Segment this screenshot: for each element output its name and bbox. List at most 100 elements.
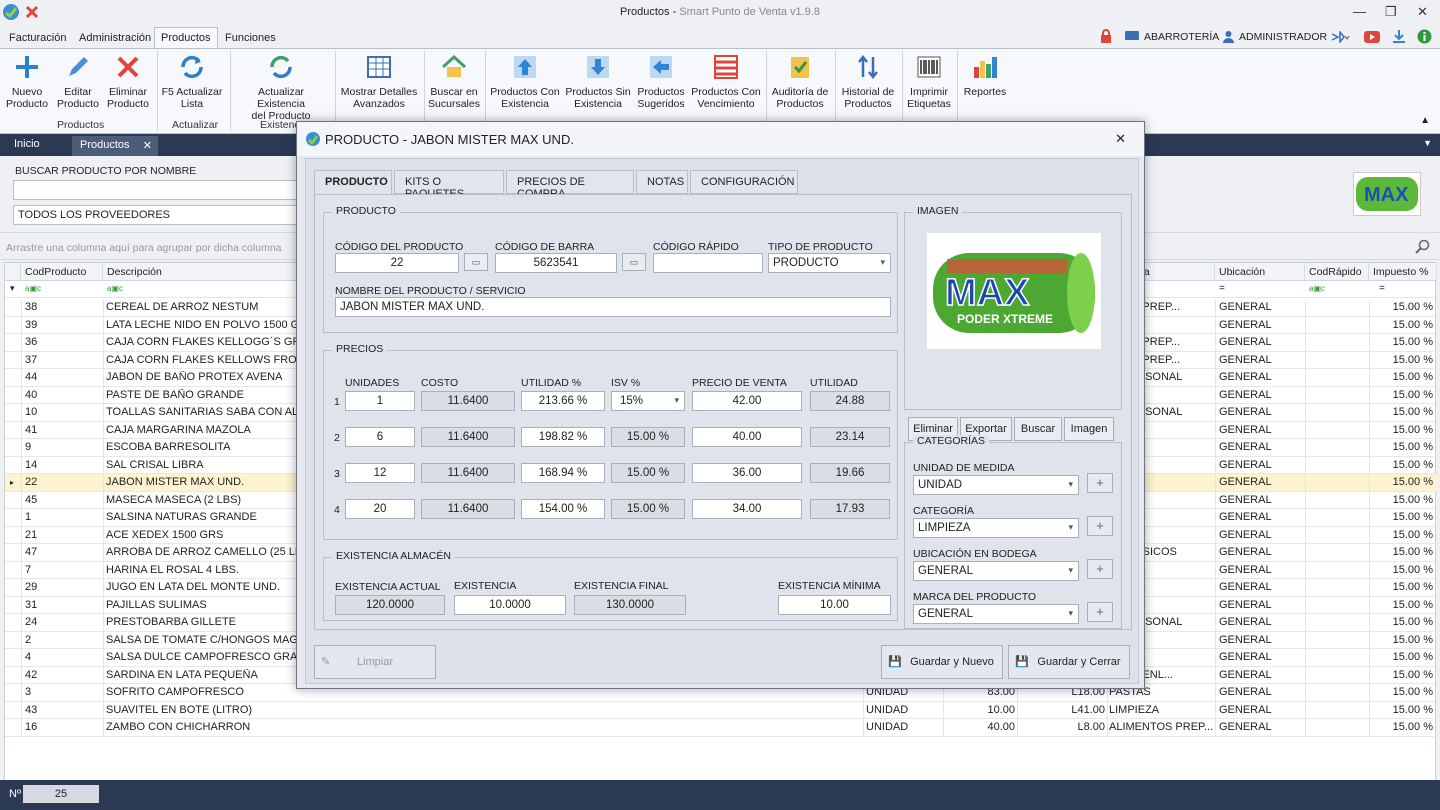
isv-field[interactable]: 15.00 % [611, 427, 685, 447]
filter-contains-icon[interactable]: a▣c [1309, 284, 1325, 293]
product-code-input[interactable]: 22 [335, 253, 459, 273]
stock-min-input[interactable]: 10.00 [778, 595, 891, 615]
product-name-input[interactable]: JABON MISTER MAX UND. [335, 297, 891, 317]
filter-contains-icon[interactable]: a▣c [25, 284, 41, 293]
isv-field[interactable]: 15.00 % [611, 463, 685, 483]
save-close-button[interactable]: 💾 Guardar y Cerrar [1008, 645, 1130, 679]
location-select[interactable]: GENERAL [913, 561, 1079, 581]
refresh-list-button[interactable]: F5 Actualizar Lista [160, 53, 224, 110]
vscode-icon[interactable] [1330, 31, 1350, 43]
search-image-button[interactable]: Buscar [1014, 417, 1062, 441]
util-pct-input[interactable]: 213.66 % [521, 391, 605, 411]
print-labels-button[interactable]: Imprimir Etiquetas [905, 53, 953, 110]
reports-button[interactable]: Reportes [960, 53, 1010, 98]
menu-facturacion[interactable]: Facturación [3, 30, 72, 46]
col-ubicacion[interactable]: Ubicación [1215, 263, 1305, 281]
cell-location: GENERAL [1219, 563, 1272, 576]
product-history-button[interactable]: Historial de Productos [838, 53, 898, 110]
detergent-image-icon: MAX PODER XTREME [933, 253, 1095, 333]
units-input[interactable]: 6 [345, 427, 415, 447]
tab-configuracion[interactable]: CONFIGURACIÓN [690, 170, 798, 194]
add-category-button[interactable]: + [1087, 516, 1113, 536]
search-icon[interactable] [1415, 239, 1431, 255]
filter-contains-icon[interactable]: a▣c [107, 284, 123, 293]
search-input[interactable] [13, 180, 303, 200]
edit-product-button[interactable]: Editar Producto [55, 53, 101, 110]
sale-price-input[interactable]: 42.00 [692, 391, 802, 411]
cell-location: GENERAL [1219, 493, 1272, 506]
cost-value: 11.6400 [421, 499, 515, 519]
update-stock-button[interactable]: Actualizar Existencia del Producto [233, 53, 329, 122]
col-codproducto[interactable]: CodProducto [21, 263, 103, 281]
cell-tax: 15.00 % [1392, 511, 1433, 523]
maximize-button[interactable]: ❐ [1385, 4, 1397, 20]
units-input[interactable]: 1 [345, 391, 415, 411]
download-icon[interactable] [1392, 29, 1406, 44]
user-name[interactable]: ADMINISTRADOR [1239, 31, 1327, 43]
tab-producto[interactable]: PRODUCTO [314, 170, 392, 196]
menu-productos[interactable]: Productos [154, 27, 218, 48]
util-pct-input[interactable]: 168.94 % [521, 463, 605, 483]
delete-product-button[interactable]: Eliminar Producto [104, 53, 152, 110]
sale-price-input[interactable]: 34.00 [692, 499, 802, 519]
advanced-details-button[interactable]: Mostrar Detalles Avanzados [338, 53, 420, 110]
table-row[interactable]: 16 ZAMBO CON CHICHARRON UNIDAD 40.00 L8.00 AL… [5, 719, 1437, 737]
store-name[interactable]: ABARROTERÍA [1144, 31, 1219, 43]
add-location-button[interactable]: + [1087, 559, 1113, 579]
filter-icon[interactable]: ▾ [10, 283, 15, 294]
minimize-button[interactable]: — [1353, 4, 1366, 19]
tab-inicio[interactable]: Inicio [6, 138, 48, 150]
tab-precios-compra[interactable]: PRECIOS DE COMPRA [506, 170, 634, 200]
add-brand-button[interactable]: + [1087, 602, 1113, 622]
lock-icon[interactable] [1100, 29, 1112, 43]
units-input[interactable]: 12 [345, 463, 415, 483]
search-branches-button[interactable]: Buscar en Sucursales [427, 53, 481, 110]
filter-equals-icon[interactable]: = [1219, 283, 1225, 294]
table-row[interactable]: 43 SUAVITEL EN BOTE (LITRO) UNIDAD 10.00 L41… [5, 701, 1437, 719]
filter-equals-icon[interactable]: = [1379, 283, 1385, 294]
generate-code-button[interactable]: ▭ [464, 253, 488, 271]
tab-productos[interactable]: Productos ✕ [72, 136, 158, 156]
generate-barcode-button[interactable]: ▭ [622, 253, 646, 271]
clear-button[interactable]: ✎ Limpiar [314, 645, 436, 679]
um-select[interactable]: UNIDAD [913, 475, 1079, 495]
barcode-input[interactable]: 5623541 [495, 253, 617, 273]
util-pct-input[interactable]: 198.82 % [521, 427, 605, 447]
sale-price-input[interactable]: 36.00 [692, 463, 802, 483]
expiring-products-button[interactable]: Productos Con Vencimiento [690, 53, 762, 110]
category-select[interactable]: LIMPIEZA [913, 518, 1079, 538]
sale-price-input[interactable]: 40.00 [692, 427, 802, 447]
new-product-button[interactable]: Nuevo Producto [4, 53, 50, 110]
menu-administracion[interactable]: Administración [73, 30, 157, 46]
brand-select[interactable]: GENERAL [913, 604, 1079, 624]
supplier-select[interactable]: TODOS LOS PROVEEDORES [13, 205, 303, 225]
tabs-dropdown-icon[interactable]: ▼ [1423, 138, 1432, 148]
search-label: BUSCAR PRODUCTO POR NOMBRE [15, 165, 197, 177]
image-button[interactable]: Imagen [1064, 417, 1114, 441]
product-audit-button[interactable]: Auditoría de Productos [769, 53, 831, 110]
stock-input[interactable]: 10.0000 [454, 595, 566, 615]
close-button[interactable]: ✕ [1417, 4, 1428, 20]
util-pct-input[interactable]: 154.00 % [521, 499, 605, 519]
dialog-close-button[interactable]: ✕ [1115, 131, 1126, 147]
products-with-stock-button[interactable]: Productos Con Existencia [488, 53, 562, 110]
save-new-button[interactable]: 💾 Guardar y Nuevo [881, 645, 1003, 679]
tab-notas[interactable]: NOTAS [636, 170, 688, 194]
cell-tax: 15.00 % [1392, 703, 1433, 716]
collapse-ribbon-icon[interactable]: ▲ [1420, 115, 1430, 126]
add-um-button[interactable]: + [1087, 473, 1113, 493]
units-input[interactable]: 20 [345, 499, 415, 519]
tab-kits[interactable]: KITS O PAQUETES [394, 170, 504, 200]
info-icon[interactable] [1417, 29, 1432, 44]
col-codrapido[interactable]: CodRápido [1305, 263, 1369, 281]
col-impuesto[interactable]: Impuesto % [1369, 263, 1437, 281]
menu-funciones[interactable]: Funciones [219, 30, 282, 46]
close-tab-icon[interactable]: ✕ [143, 139, 152, 152]
youtube-icon[interactable] [1364, 31, 1380, 43]
isv-field[interactable]: 15% [611, 391, 685, 411]
quick-code-input[interactable] [653, 253, 763, 273]
products-without-stock-button[interactable]: Productos Sin Existencia [564, 53, 632, 110]
isv-field[interactable]: 15.00 % [611, 499, 685, 519]
product-type-select[interactable]: PRODUCTO [768, 253, 891, 273]
suggested-products-button[interactable]: Productos Sugeridos [635, 53, 687, 110]
